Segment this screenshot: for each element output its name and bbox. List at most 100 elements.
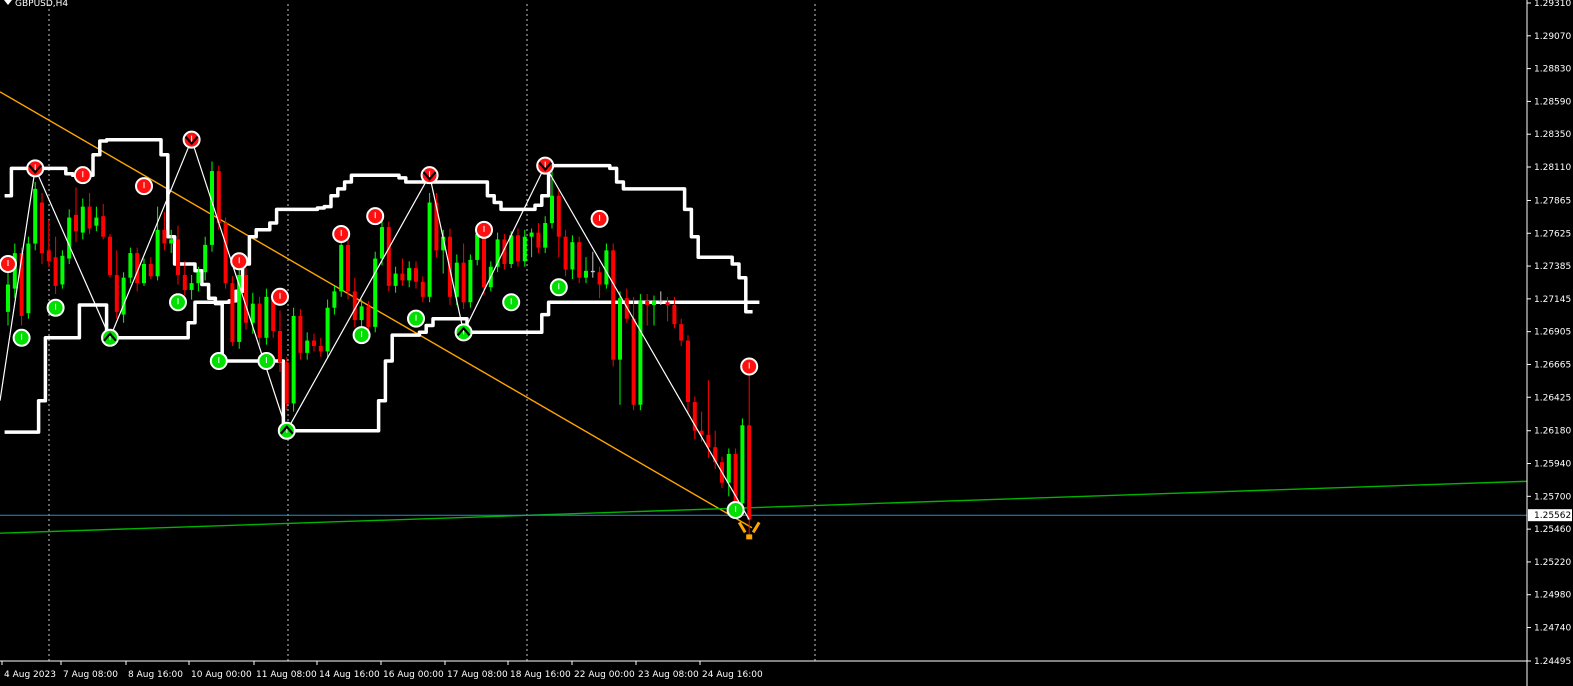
candle-body bbox=[346, 244, 350, 292]
candle bbox=[665, 296, 670, 322]
candle bbox=[176, 225, 180, 285]
sell-signal-icon[interactable] bbox=[475, 220, 493, 239]
candle-body bbox=[216, 171, 221, 224]
candle-body bbox=[67, 217, 72, 259]
buy-signal-icon[interactable] bbox=[12, 328, 31, 347]
sell-signal-icon[interactable] bbox=[73, 166, 92, 185]
chart-window[interactable]: GBPUSD,H4 1.29310 1.29070 1.28830 1.28590 1.… bbox=[0, 0, 1573, 686]
candle-body bbox=[169, 239, 174, 244]
candle-body bbox=[563, 236, 568, 270]
buy-signal-icon[interactable] bbox=[209, 352, 228, 371]
candle-body bbox=[672, 305, 677, 325]
price-tick-label: 1.25700 bbox=[1534, 492, 1571, 502]
price-tick-label: 1.29070 bbox=[1534, 32, 1571, 42]
sell-signal-icon[interactable] bbox=[135, 177, 153, 196]
candle-body bbox=[264, 296, 269, 338]
candle-body bbox=[230, 283, 235, 342]
candle bbox=[584, 257, 588, 284]
candle-body bbox=[108, 236, 112, 275]
buy-signal-icon[interactable] bbox=[454, 323, 473, 342]
buy-signal-icon[interactable] bbox=[726, 500, 745, 519]
candle bbox=[726, 448, 731, 497]
candle-body bbox=[631, 318, 636, 405]
candle bbox=[291, 307, 296, 412]
candle-body bbox=[570, 242, 575, 270]
candle-body bbox=[618, 298, 622, 360]
candle-body bbox=[189, 283, 194, 290]
sell-signal-icon[interactable] bbox=[230, 252, 249, 271]
candle bbox=[80, 198, 85, 240]
candle bbox=[590, 251, 595, 278]
candle-body bbox=[244, 274, 248, 323]
candle-body bbox=[80, 206, 85, 233]
price-tick-label: 1.26905 bbox=[1534, 328, 1571, 338]
candle bbox=[53, 236, 58, 295]
candle-body bbox=[53, 257, 58, 286]
buy-signal-icon[interactable] bbox=[407, 309, 425, 328]
sell-signal-icon[interactable] bbox=[420, 166, 439, 185]
sell-signal-icon[interactable] bbox=[271, 287, 289, 306]
candle-body bbox=[203, 244, 208, 273]
time-tick-label: 24 Aug 16:00 bbox=[702, 670, 763, 680]
candle-body bbox=[26, 243, 31, 314]
candle bbox=[142, 258, 146, 286]
candle-body bbox=[94, 217, 99, 226]
uptrend-line[interactable] bbox=[0, 480, 1528, 534]
buy-signal-icon[interactable] bbox=[277, 421, 296, 440]
time-tick-label: 7 Aug 08:00 bbox=[63, 670, 118, 680]
sell-signal-icon[interactable] bbox=[0, 255, 17, 274]
sell-signal-icon[interactable] bbox=[366, 207, 385, 226]
sell-signal-icon[interactable] bbox=[26, 159, 45, 178]
candle-body bbox=[645, 300, 650, 306]
candle-body bbox=[679, 324, 684, 341]
candle-body bbox=[284, 362, 289, 404]
trend-lines-layer bbox=[0, 91, 1528, 534]
candle bbox=[414, 261, 418, 289]
candle bbox=[67, 209, 72, 265]
buy-signal-icon[interactable] bbox=[549, 278, 568, 297]
candle-body bbox=[577, 242, 582, 278]
candle bbox=[747, 366, 752, 538]
buy-signal-icon[interactable] bbox=[46, 298, 65, 317]
candle bbox=[733, 448, 738, 510]
buy-signal-icon[interactable] bbox=[352, 326, 371, 345]
candle bbox=[522, 229, 527, 267]
buy-signal-icon[interactable] bbox=[101, 328, 119, 347]
sell-signal-icon[interactable] bbox=[590, 209, 609, 228]
candle-body bbox=[604, 250, 609, 285]
candle bbox=[114, 250, 119, 319]
candle-body bbox=[658, 300, 663, 303]
price-tick-label: 1.25460 bbox=[1534, 525, 1571, 535]
current-price-badge: 1.25562 bbox=[1528, 509, 1572, 522]
candle-body bbox=[516, 235, 520, 262]
buy-signal-icon[interactable] bbox=[502, 293, 521, 312]
time-tick-label: 8 Aug 16:00 bbox=[128, 670, 183, 680]
candle bbox=[203, 236, 208, 281]
sell-signal-icon[interactable] bbox=[332, 224, 351, 243]
channel-lower-line bbox=[4, 300, 760, 434]
sell-signal-icon[interactable] bbox=[182, 130, 201, 149]
candle-body bbox=[6, 284, 10, 312]
price-chart[interactable]: 1.29310 1.29070 1.28830 1.28590 1.28350 1.281… bbox=[0, 0, 1573, 686]
candle bbox=[128, 247, 133, 284]
candle bbox=[284, 356, 289, 411]
candle-body bbox=[584, 270, 588, 278]
candle bbox=[536, 223, 541, 254]
candle bbox=[169, 229, 174, 254]
candle bbox=[74, 187, 78, 243]
candle bbox=[325, 299, 330, 359]
buy-signal-icon[interactable] bbox=[169, 293, 187, 312]
time-tick-label: 23 Aug 08:00 bbox=[638, 670, 699, 680]
candle-body bbox=[529, 232, 534, 237]
candle bbox=[26, 236, 31, 319]
candle-body bbox=[380, 227, 384, 259]
candle-body bbox=[665, 302, 670, 306]
candle bbox=[686, 335, 690, 415]
candle-body bbox=[339, 244, 344, 292]
sell-signal-icon[interactable] bbox=[740, 357, 759, 376]
candle-body bbox=[223, 223, 228, 284]
buy-signal-icon[interactable] bbox=[257, 352, 276, 371]
candle bbox=[692, 396, 697, 439]
candle bbox=[244, 268, 248, 330]
sell-signal-icon[interactable] bbox=[536, 156, 555, 175]
